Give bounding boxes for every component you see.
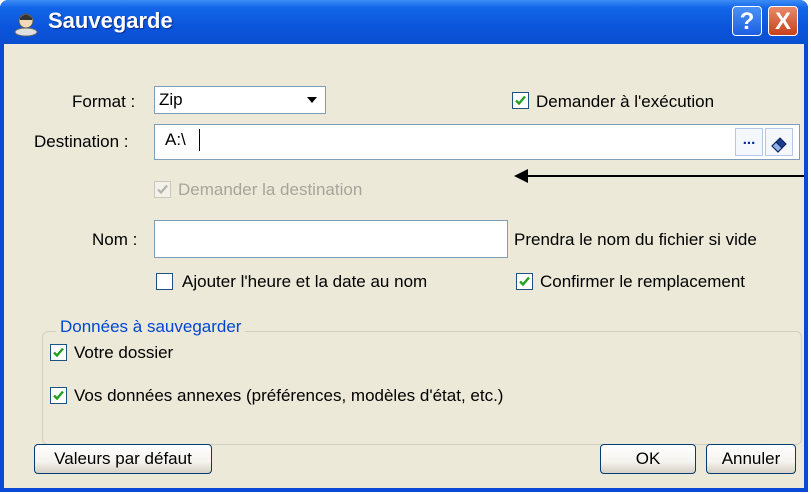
- eraser-icon: [771, 137, 787, 153]
- check-icon: [515, 95, 526, 106]
- check-icon: [519, 276, 530, 287]
- destination-label: Destination :: [34, 132, 129, 151]
- confirm-replace-label: Confirmer le remplacement: [540, 272, 746, 291]
- format-dropdown[interactable]: Zip: [154, 86, 326, 114]
- browse-button[interactable]: ...: [735, 128, 763, 156]
- folder-checkbox[interactable]: [50, 344, 67, 361]
- check-icon: [53, 390, 64, 401]
- browse-label: ...: [742, 131, 756, 148]
- group-title: Données à sauvegarder: [56, 317, 246, 337]
- check-icon: [53, 347, 64, 358]
- chevron-down-icon: [307, 97, 317, 103]
- destination-input[interactable]: A:\ ...: [154, 124, 800, 160]
- annotation-arrow-line: [524, 175, 804, 177]
- annex-label: Vos données annexes (préférences, modèle…: [74, 386, 504, 405]
- name-label: Nom :: [92, 230, 138, 249]
- ask-destination-label: Demander la destination: [178, 180, 363, 199]
- format-label: Format :: [72, 92, 136, 111]
- ask-on-exec-label: Demander à l'exécution: [536, 92, 715, 111]
- user-icon: [14, 13, 38, 37]
- name-hint: Prendra le nom du fichier si vide: [514, 230, 757, 249]
- dialog-body: Format : Zip Demander à l'exécution Dest…: [4, 44, 804, 488]
- folder-label: Votre dossier: [74, 343, 174, 362]
- destination-value: A:\: [165, 130, 186, 149]
- format-value: Zip: [159, 90, 183, 109]
- annex-checkbox[interactable]: [50, 387, 67, 404]
- name-input[interactable]: [154, 220, 508, 258]
- add-datetime-label: Ajouter l'heure et la date au nom: [182, 272, 428, 291]
- text-caret: [199, 129, 200, 151]
- ok-button[interactable]: OK: [600, 444, 696, 474]
- title-bar[interactable]: Sauvegarde ? X: [0, 0, 808, 44]
- defaults-button[interactable]: Valeurs par défaut: [34, 444, 212, 474]
- confirm-replace-checkbox[interactable]: [516, 273, 533, 290]
- annotation-arrow-icon: [514, 169, 528, 183]
- add-datetime-checkbox[interactable]: [156, 273, 173, 290]
- close-button[interactable]: X: [768, 6, 798, 36]
- cancel-button[interactable]: Annuler: [706, 444, 796, 474]
- ask-on-exec-checkbox[interactable]: [512, 92, 529, 109]
- help-button[interactable]: ?: [732, 6, 762, 36]
- sauvegarde-dialog: Sauvegarde ? X Format : Zip Demander à l…: [0, 0, 808, 492]
- window-title: Sauvegarde: [48, 8, 173, 33]
- check-icon: [157, 184, 168, 195]
- ask-destination-checkbox[interactable]: [154, 181, 171, 198]
- eraser-button[interactable]: [765, 128, 793, 156]
